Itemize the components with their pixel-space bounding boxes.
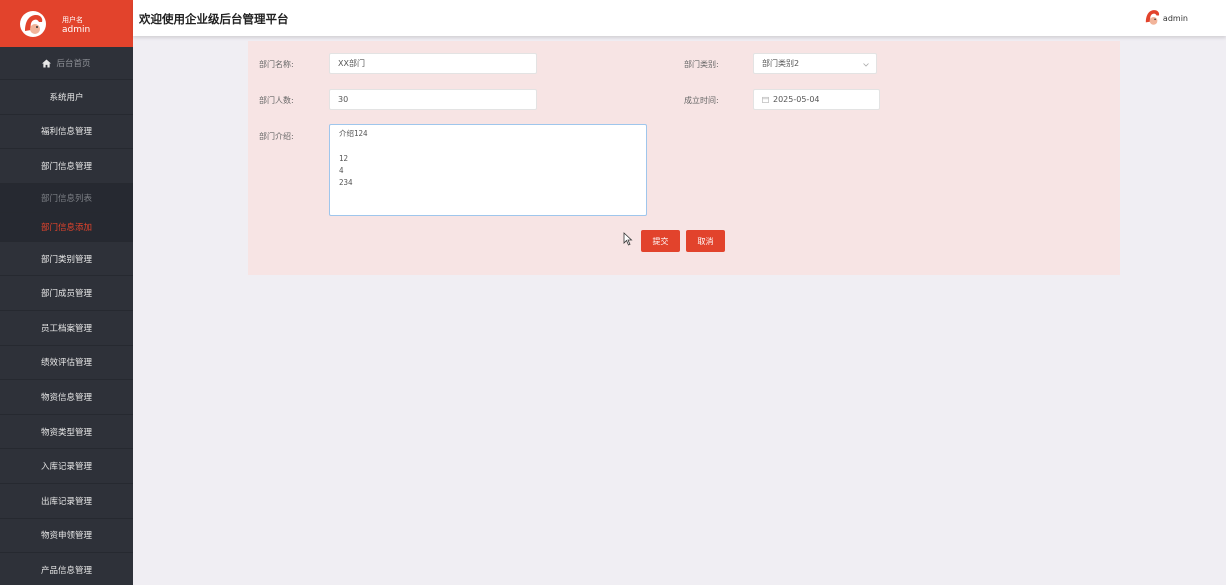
sidebar: 用户名 admin 后台首页 系统用户 福利信息管理 部门信息管理 部门信息列表… — [0, 0, 133, 585]
department-form: 部门名称: XX部门 部门类别: 部门类别2 部门人数: 30 成立时间: 20… — [248, 41, 1120, 275]
cancel-button[interactable]: 取消 — [686, 230, 725, 252]
sidebar-item-performance[interactable]: 绩效评估管理 — [0, 346, 133, 381]
department-name-value: XX部门 — [338, 59, 365, 68]
sidebar-item-label: 物资类型管理 — [40, 427, 92, 438]
user-label: 用户名 — [62, 16, 83, 24]
sidebar-item-home[interactable]: 后台首页 — [0, 47, 133, 80]
sidebar-item-material-requests[interactable]: 物资申领管理 — [0, 519, 133, 554]
sidebar-item-label: 绩效评估管理 — [40, 358, 92, 369]
page-title: 欢迎使用企业级后台管理平台 — [139, 12, 289, 26]
user-name: admin — [62, 25, 91, 35]
sidebar-subitem-department-add[interactable]: 部门信息添加 — [0, 212, 133, 242]
sidebar-item-materials[interactable]: 物资信息管理 — [0, 380, 133, 415]
established-date-value: 2025-05-04 — [773, 95, 820, 104]
sidebar-item-label: 物资申领管理 — [40, 531, 92, 542]
established-date-input[interactable]: 2025-05-04 — [753, 89, 880, 110]
sidebar-item-label: 部门信息添加 — [40, 222, 92, 233]
submit-button[interactable]: 提交 — [641, 230, 680, 252]
department-count-label: 部门人数: — [259, 96, 294, 105]
sidebar-item-system-users[interactable]: 系统用户 — [0, 80, 133, 115]
header-user-name[interactable]: admin — [1163, 14, 1188, 23]
calendar-icon — [762, 96, 769, 103]
sidebar-item-label: 系统用户 — [49, 92, 84, 103]
department-category-select[interactable]: 部门类别2 — [753, 53, 877, 74]
sidebar-item-department[interactable]: 部门信息管理 — [0, 149, 133, 184]
sidebar-item-products[interactable]: 产品信息管理 — [0, 553, 133, 585]
department-category-value: 部门类别2 — [762, 59, 800, 68]
sidebar-item-label: 部门成员管理 — [40, 289, 92, 300]
department-count-value: 30 — [338, 95, 349, 104]
chevron-down-icon — [863, 63, 869, 67]
sidebar-item-outbound[interactable]: 出库记录管理 — [0, 484, 133, 519]
sidebar-item-department-category[interactable]: 部门类别管理 — [0, 242, 133, 277]
sidebar-item-label: 部门信息管理 — [40, 161, 92, 172]
top-header: 欢迎使用企业级后台管理平台 admin — [133, 0, 1226, 36]
sidebar-item-label: 入库记录管理 — [40, 462, 92, 473]
sidebar-item-label: 福利信息管理 — [40, 127, 92, 138]
sidebar-item-label: 产品信息管理 — [40, 565, 92, 576]
sidebar-item-label: 后台首页 — [56, 59, 91, 69]
department-name-label: 部门名称: — [259, 60, 294, 69]
sidebar-item-label: 部门信息列表 — [40, 193, 92, 204]
sidebar-item-label: 物资信息管理 — [40, 392, 92, 403]
sidebar-subitem-department-list[interactable]: 部门信息列表 — [0, 183, 133, 213]
sidebar-item-label: 员工档案管理 — [40, 323, 92, 334]
department-intro-textarea[interactable]: 介绍124 12 4 234 — [329, 124, 647, 216]
department-intro-label: 部门介绍: — [259, 132, 294, 141]
sidebar-item-material-types[interactable]: 物资类型管理 — [0, 415, 133, 450]
mouse-cursor-icon — [623, 232, 633, 246]
department-category-label: 部门类别: — [684, 60, 719, 69]
home-icon — [42, 58, 52, 68]
department-count-input[interactable]: 30 — [329, 89, 537, 110]
sidebar-item-employee-files[interactable]: 员工档案管理 — [0, 311, 133, 346]
sidebar-item-label: 出库记录管理 — [40, 496, 92, 507]
department-name-input[interactable]: XX部门 — [329, 53, 537, 74]
sidebar-menu: 后台首页 系统用户 福利信息管理 部门信息管理 部门信息列表 部门信息添加 部门… — [0, 47, 133, 585]
sidebar-item-inbound[interactable]: 入库记录管理 — [0, 449, 133, 484]
brand-bar: 用户名 admin — [0, 0, 133, 47]
sidebar-item-department-members[interactable]: 部门成员管理 — [0, 276, 133, 311]
sidebar-item-welfare[interactable]: 福利信息管理 — [0, 115, 133, 150]
sidebar-item-label: 部门类别管理 — [40, 254, 92, 265]
avatar — [20, 11, 46, 37]
established-date-label: 成立时间: — [684, 96, 719, 105]
avatar[interactable] — [1142, 7, 1162, 27]
